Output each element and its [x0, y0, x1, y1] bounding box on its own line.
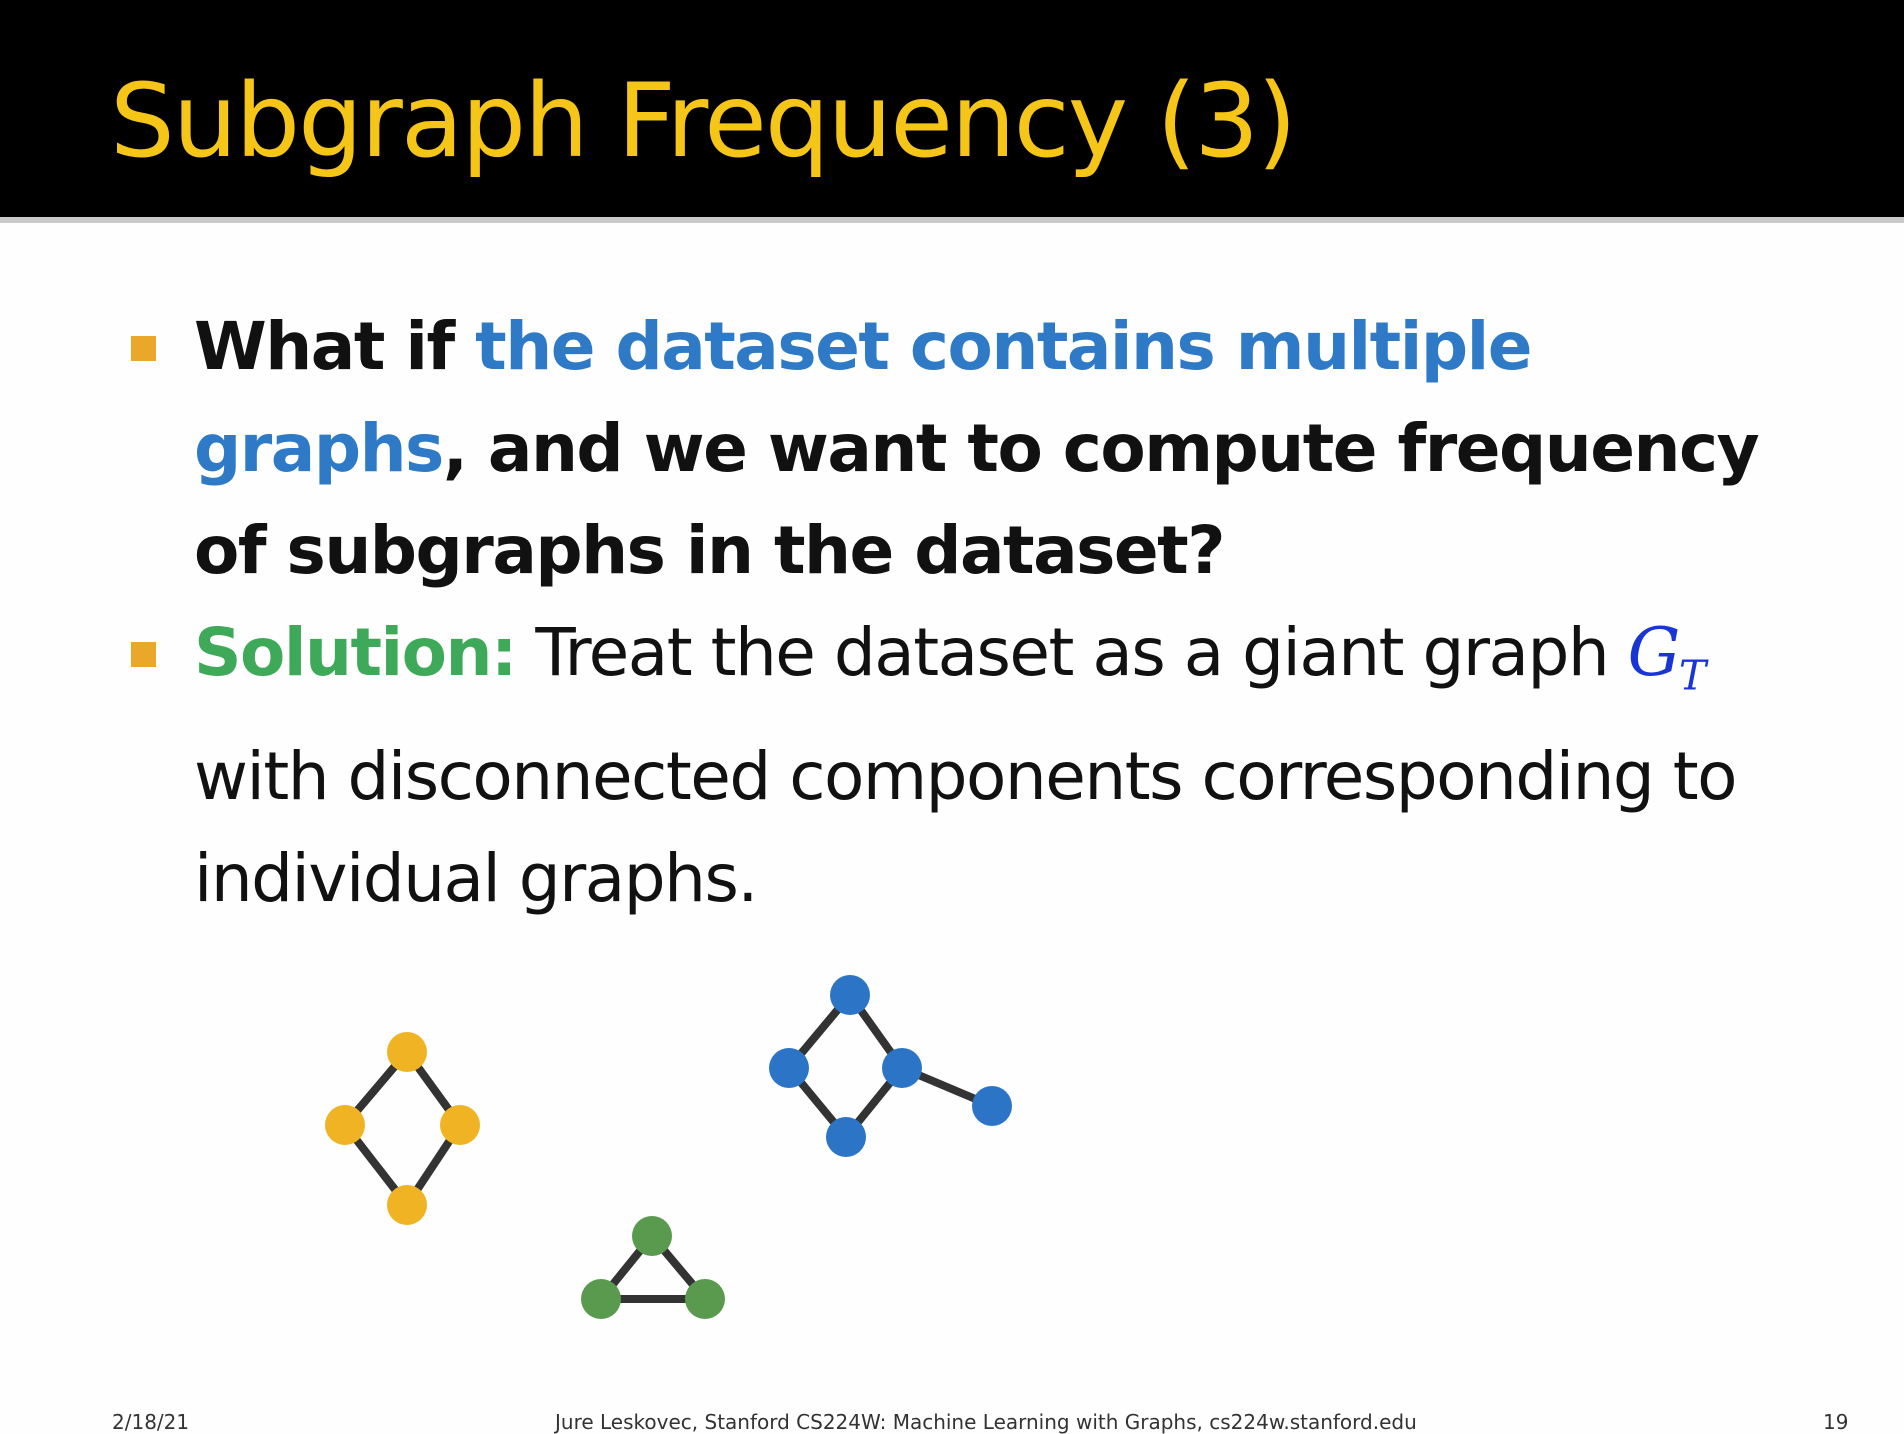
blue-node: [830, 975, 870, 1015]
green-node: [685, 1279, 725, 1319]
yellow-graph: [325, 1032, 480, 1225]
graph-illustration: [325, 975, 1012, 1319]
green-graph: [581, 1216, 725, 1319]
yellow-node: [440, 1105, 480, 1145]
blue-node: [882, 1048, 922, 1088]
footer-date: 2/18/21: [112, 1410, 190, 1434]
slide: Subgraph Frequency (3) What if the datas…: [0, 0, 1904, 1434]
yellow-node: [387, 1032, 427, 1072]
footer-credit: Jure Leskovec, Stanford CS224W: Machine …: [555, 1410, 1417, 1434]
yellow-node: [325, 1105, 365, 1145]
blue-node: [972, 1086, 1012, 1126]
green-node: [581, 1279, 621, 1319]
green-node: [632, 1216, 672, 1256]
blue-node: [769, 1048, 809, 1088]
blue-graph: [769, 975, 1012, 1157]
yellow-node: [387, 1185, 427, 1225]
footer-page-number: 19: [1823, 1410, 1849, 1434]
blue-node: [826, 1117, 866, 1157]
